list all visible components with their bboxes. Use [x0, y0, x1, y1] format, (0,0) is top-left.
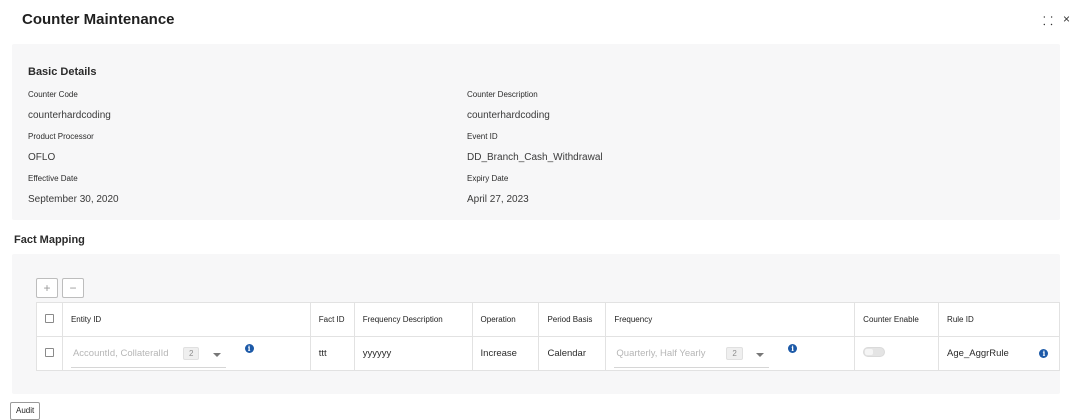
period-basis-cell: Calendar — [538, 336, 607, 371]
col-frequency-description: Frequency Description — [354, 302, 473, 337]
window-titlebar: Counter Maintenance ⸬ × — [0, 0, 1072, 40]
chevron-down-icon[interactable] — [212, 352, 221, 357]
effective-date-value: September 30, 2020 — [28, 194, 119, 205]
rule-id-cell: Age_AggrRule i — [939, 337, 1060, 371]
frequency-select[interactable]: Quarterly, Half Yearly 2 — [614, 340, 770, 368]
col-frequency: Frequency — [605, 302, 856, 337]
frequency-cell: Quarterly, Half Yearly 2 i — [605, 336, 856, 371]
counter-code-value: counterhardcoding — [28, 110, 111, 121]
col-period-basis: Period Basis — [538, 302, 607, 337]
audit-button[interactable]: Audit — [10, 402, 41, 420]
select-all-cell — [36, 302, 63, 337]
col-entity-id: Entity ID — [62, 302, 311, 337]
entity-id-count-badge: 2 — [182, 346, 200, 360]
rule-id-value: Age_AggrRule — [947, 348, 1009, 359]
expiry-date-label: Expiry Date — [467, 174, 509, 183]
page-title: Counter Maintenance — [22, 11, 175, 28]
col-rule-id: Rule ID — [938, 302, 1060, 337]
basic-details-panel: Basic Details Counter Code counterhardco… — [12, 44, 1060, 220]
counter-code-label: Counter Code — [28, 90, 78, 99]
add-row-button[interactable]: + — [36, 278, 58, 298]
row-select-cell — [36, 336, 63, 371]
expand-icon[interactable]: ⸬ — [1043, 12, 1053, 29]
frequency-placeholder: Quarterly, Half Yearly — [616, 347, 706, 359]
counter-description-label: Counter Description — [467, 90, 538, 99]
expiry-date-value: April 27, 2023 — [467, 194, 529, 205]
event-id-label: Event ID — [467, 132, 498, 141]
frequency-count-badge: 2 — [726, 346, 743, 360]
window-controls: ⸬ × — [1043, 12, 1070, 29]
remove-row-button[interactable]: − — [62, 278, 84, 298]
counter-description-value: counterhardcoding — [467, 110, 550, 121]
info-icon[interactable]: i — [1039, 349, 1049, 358]
counter-enable-toggle[interactable] — [863, 347, 886, 357]
event-id-value: DD_Branch_Cash_Withdrawal — [467, 152, 603, 163]
fact-mapping-title: Fact Mapping — [14, 234, 85, 246]
close-icon[interactable]: × — [1063, 12, 1070, 29]
fact-id-cell: ttt — [310, 336, 355, 371]
info-icon[interactable]: i — [788, 343, 798, 353]
chevron-down-icon[interactable] — [756, 352, 765, 357]
entity-id-cell: AccountId, CollateralId 2 i — [62, 336, 311, 371]
col-counter-enable: Counter Enable — [854, 302, 940, 337]
table-header-row: Entity ID Fact ID Frequency Description … — [36, 302, 1060, 337]
fact-mapping-table: Entity ID Fact ID Frequency Description … — [36, 302, 1060, 371]
entity-id-select[interactable]: AccountId, CollateralId 2 — [70, 340, 226, 368]
operation-cell: Increase — [472, 336, 540, 371]
select-all-checkbox[interactable] — [45, 314, 54, 323]
info-icon[interactable]: i — [244, 343, 254, 353]
table-row: AccountId, CollateralId 2 i ttt yyyyyy I… — [36, 336, 1060, 371]
product-processor-value: OFLO — [28, 152, 56, 163]
product-processor-label: Product Processor — [28, 132, 94, 141]
effective-date-label: Effective Date — [28, 174, 78, 183]
basic-details-title: Basic Details — [28, 66, 97, 78]
col-fact-id: Fact ID — [310, 302, 355, 337]
row-checkbox[interactable] — [45, 347, 54, 357]
fact-mapping-panel: + − Entity ID Fact ID Frequency Descript… — [12, 254, 1060, 394]
entity-id-placeholder: AccountId, CollateralId — [72, 347, 169, 359]
frequency-description-cell: yyyyyy — [354, 336, 473, 371]
col-operation: Operation — [472, 302, 540, 337]
counter-enable-cell — [854, 336, 940, 371]
